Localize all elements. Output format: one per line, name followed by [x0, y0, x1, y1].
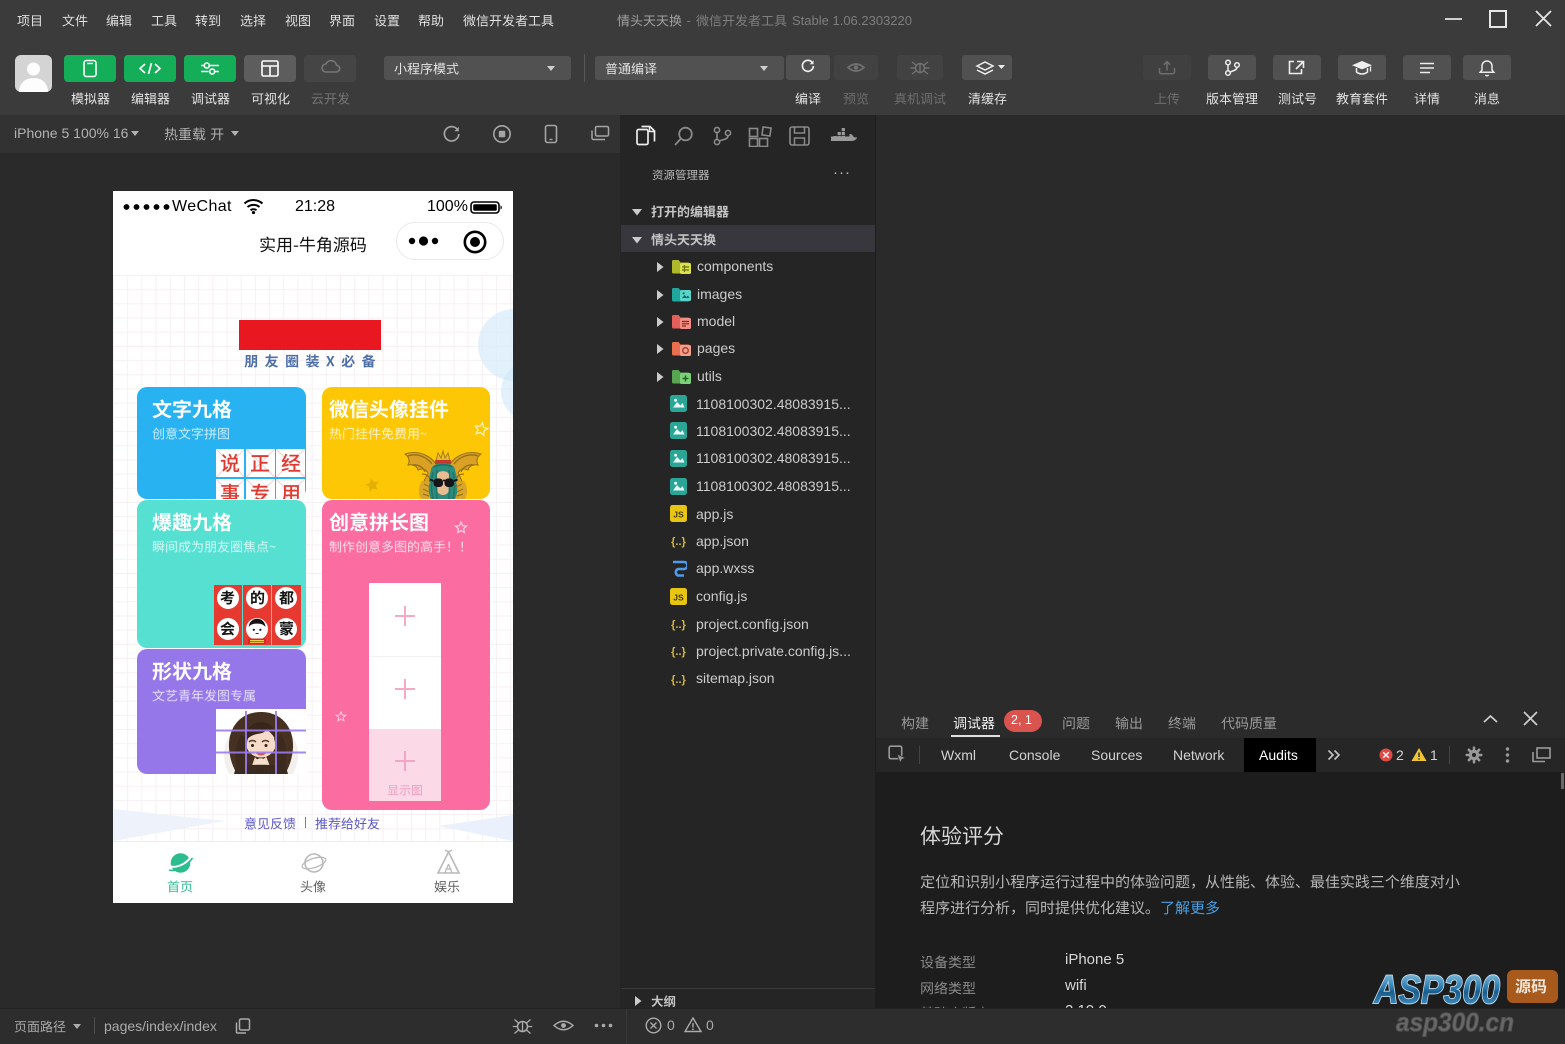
- svg-text:{..}: {..}: [671, 536, 686, 548]
- svg-text:JS: JS: [673, 510, 684, 520]
- svg-text:JS: JS: [673, 593, 684, 603]
- svg-text:{..}: {..}: [671, 646, 686, 658]
- svg-text:{..}: {..}: [671, 674, 686, 686]
- svg-text:asp300.cn: asp300.cn: [1396, 1007, 1514, 1037]
- svg-text:{..}: {..}: [671, 619, 686, 631]
